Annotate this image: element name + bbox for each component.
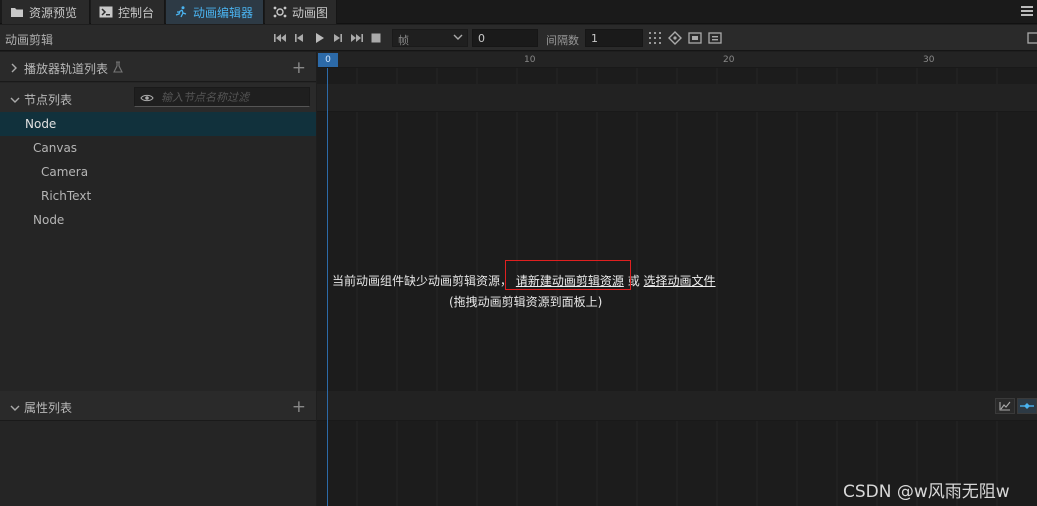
prev-frame-button[interactable] [291,30,307,46]
timeline-ruler[interactable]: 0 10 20 30 [317,52,1037,68]
node-list-header[interactable]: 节点列表 [0,83,316,113]
node-label: Canvas [33,141,78,155]
terminal-icon [99,6,113,18]
node-tree-item[interactable]: Camera [0,160,316,184]
add-event-icon[interactable] [667,30,683,46]
flask-icon [113,61,123,76]
ruler-tick-label: 10 [524,55,536,65]
tab-label: 资源预览 [29,5,78,20]
ruler-tick-label: 20 [723,55,735,65]
jump-first-frame-button[interactable] [272,30,288,46]
node-filter-field[interactable] [134,87,310,107]
folder-icon [10,6,24,18]
panel-settings-icon[interactable] [1025,30,1037,46]
highlight-annotation-box [505,260,631,290]
spacing-grid-icon[interactable] [647,30,663,46]
message-prefix: 当前动画组件缺少动画剪辑资源， [332,274,513,288]
node-label: Node [25,117,57,131]
chevron-right-icon [10,62,18,76]
play-button[interactable] [311,30,327,46]
animation-graph-icon [273,6,287,18]
node-list-title: 节点列表 [24,93,73,107]
clip-title: 动画剪辑 [5,33,54,47]
playhead-line[interactable] [327,68,328,506]
node-label: Node [33,213,65,227]
embedded-player-icon[interactable] [687,30,703,46]
curve-view-button[interactable] [995,398,1015,414]
node-tree-item[interactable]: Node [0,112,316,136]
left-panel: 播放器轨道列表 + 节点列表 Node Canvas Camera RichTe… [0,52,316,506]
property-view-toggle [993,398,1037,414]
node-tree-item[interactable]: Node [0,208,316,232]
tab-label: 控制台 [118,5,155,20]
track-list-header[interactable]: 播放器轨道列表 + [0,52,316,82]
node-tree-item[interactable]: Canvas [0,136,316,160]
animation-toolbar: 动画剪辑 帧 间隔数 [0,25,1037,51]
chevron-down-icon [10,93,20,107]
chevron-down-icon [453,32,463,45]
property-list-title: 属性列表 [24,401,73,415]
interval-label: 间隔数 [546,34,579,47]
tab-label: 动画图 [292,5,329,20]
node-tree-item[interactable]: RichText [0,184,316,208]
time-unit-select[interactable]: 帧 [392,29,468,47]
keyframe-view-button[interactable] [1017,398,1037,414]
time-unit-value: 帧 [398,34,409,47]
ruler-tick-label: 30 [923,55,935,65]
drag-hint: (拖拽动画剪辑资源到面板上) [449,295,603,309]
node-track-band [317,84,1037,112]
stop-button[interactable] [368,30,384,46]
running-figure-icon [174,6,188,18]
panel-tab-bar: 资源预览 控制台 动画编辑器 动画图 [0,0,1037,24]
jump-last-frame-button[interactable] [349,30,365,46]
watermark-text: CSDN @w风雨无阻w [843,482,1010,502]
node-filter-input[interactable] [161,90,305,104]
panel-menu-icon[interactable] [1021,4,1033,18]
next-frame-button[interactable] [330,30,346,46]
node-label: RichText [41,189,92,203]
add-property-button[interactable]: + [292,397,306,417]
playhead-marker[interactable]: 0 [318,53,338,67]
add-track-button[interactable]: + [292,58,306,78]
chevron-down-icon [10,401,20,415]
current-frame-input[interactable] [472,29,538,47]
tab-label: 动画编辑器 [193,5,254,20]
select-animation-file-link[interactable]: 选择动画文件 [644,274,716,288]
eye-icon[interactable] [140,92,154,106]
track-list-title: 播放器轨道列表 [24,62,109,76]
tab-console[interactable]: 控制台 [91,0,165,24]
interval-input[interactable] [585,29,643,47]
node-label: Camera [41,165,89,179]
auxiliary-curve-icon[interactable] [707,30,723,46]
tab-animation-editor[interactable]: 动画编辑器 [166,0,264,24]
tab-asset-preview[interactable]: 资源预览 [2,0,90,24]
property-list-header[interactable]: 属性列表 + [0,391,316,421]
property-track-band [317,391,1037,421]
tab-animation-graph[interactable]: 动画图 [265,0,337,24]
